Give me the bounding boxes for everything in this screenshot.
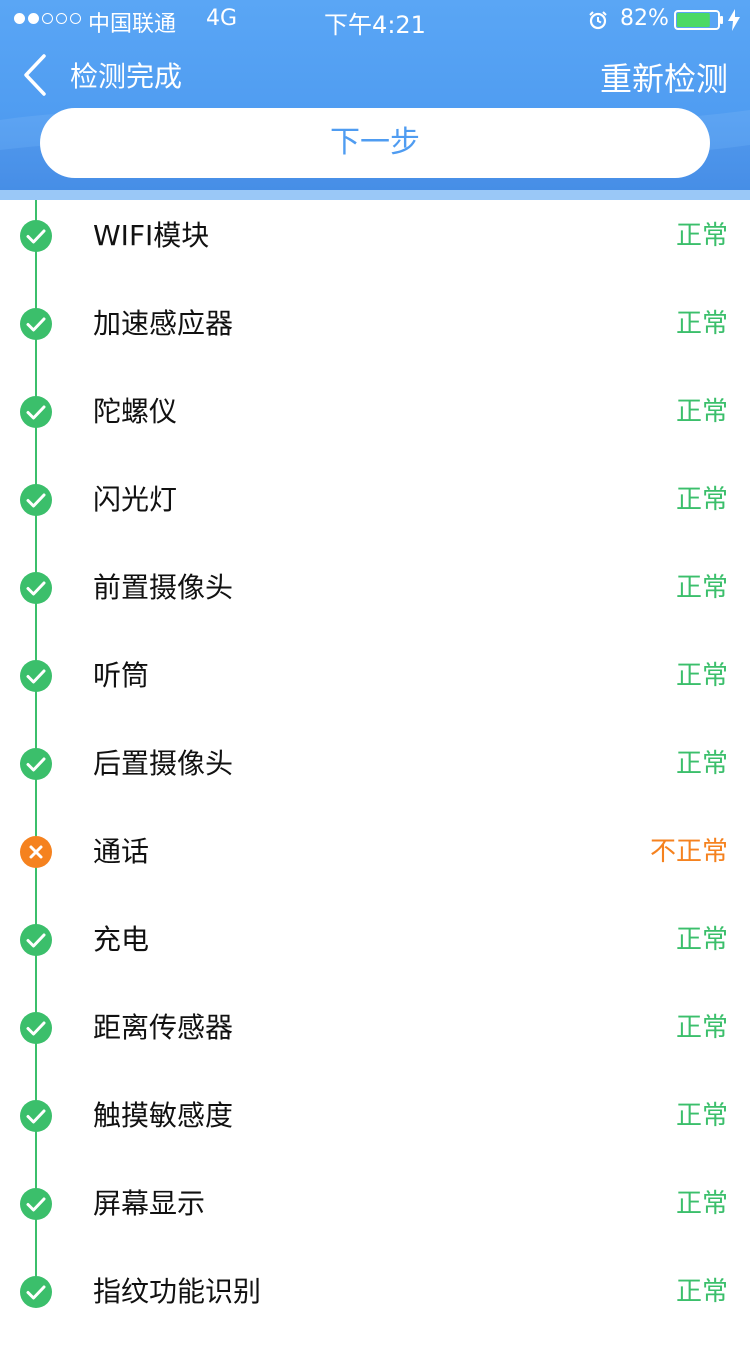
status-normal: 正常 <box>675 397 728 427</box>
retest-button[interactable]: 重新检测 <box>600 54 728 100</box>
status-normal: 正常 <box>675 485 728 515</box>
navigation-bar: 检测完成 重新检测 <box>0 40 750 110</box>
chevron-left-icon <box>24 54 46 96</box>
item-label: 闪光灯 <box>93 483 178 516</box>
item-label: 指纹功能识别 <box>93 1275 262 1308</box>
list-item[interactable]: 通话 不正常 <box>0 826 750 914</box>
list-item[interactable]: 听筒 正常 <box>0 650 750 738</box>
check-icon <box>20 396 52 428</box>
next-step-button[interactable]: 下一步 <box>40 108 710 178</box>
battery-percent: 82% <box>620 6 669 31</box>
item-label: 触摸敏感度 <box>93 1099 234 1132</box>
item-label: WIFI模块 <box>93 219 210 252</box>
check-icon <box>20 1100 52 1132</box>
item-label: 充电 <box>93 923 150 956</box>
back-button[interactable]: 检测完成 <box>20 50 182 100</box>
check-icon <box>20 748 52 780</box>
list-item[interactable]: 陀螺仪 正常 <box>0 386 750 474</box>
header-bottom-strip <box>0 190 750 200</box>
list-item[interactable]: 充电 正常 <box>0 914 750 1002</box>
check-icon <box>20 1012 52 1044</box>
check-icon <box>20 1188 52 1220</box>
status-normal: 正常 <box>675 1277 728 1307</box>
check-icon <box>20 220 52 252</box>
list-item[interactable]: 后置摄像头 正常 <box>0 738 750 826</box>
list-item[interactable]: 前置摄像头 正常 <box>0 562 750 650</box>
status-abnormal: 不正常 <box>649 837 728 867</box>
charging-bolt-icon <box>728 9 740 31</box>
status-normal: 正常 <box>675 1101 728 1131</box>
battery-icon <box>674 10 723 30</box>
check-icon <box>20 1276 52 1308</box>
item-label: 后置摄像头 <box>93 747 234 780</box>
status-bar: 中国联通 4G 下午4:21 82% <box>0 0 750 40</box>
check-icon <box>20 924 52 956</box>
status-normal: 正常 <box>675 661 728 691</box>
check-icon <box>20 308 52 340</box>
status-normal: 正常 <box>675 749 728 779</box>
item-label: 加速感应器 <box>93 307 234 340</box>
status-normal: 正常 <box>675 1013 728 1043</box>
list-item[interactable]: 闪光灯 正常 <box>0 474 750 562</box>
check-icon <box>20 484 52 516</box>
status-normal: 正常 <box>675 573 728 603</box>
status-normal: 正常 <box>675 925 728 955</box>
check-icon <box>20 572 52 604</box>
item-label: 距离传感器 <box>93 1011 234 1044</box>
error-x-icon <box>20 836 52 868</box>
item-label: 通话 <box>93 835 150 868</box>
list-item[interactable]: 指纹功能识别 正常 <box>0 1266 750 1354</box>
list-item[interactable]: 触摸敏感度 正常 <box>0 1090 750 1178</box>
detection-result-list: WIFI模块 正常 加速感应器 正常 陀螺仪 正常 闪光灯 正常 前置摄像头 正常 听筒 正常 后置摄像… <box>0 200 750 1334</box>
header: 中国联通 4G 下午4:21 82% 检测完成 重新检测 下一步 <box>0 0 750 200</box>
list-item[interactable]: WIFI模块 正常 <box>0 210 750 298</box>
item-label: 前置摄像头 <box>93 571 234 604</box>
item-label: 陀螺仪 <box>93 395 178 428</box>
status-normal: 正常 <box>675 221 728 251</box>
alarm-icon <box>589 11 607 30</box>
check-icon <box>20 660 52 692</box>
status-normal: 正常 <box>675 309 728 339</box>
list-item[interactable]: 加速感应器 正常 <box>0 298 750 386</box>
list-item[interactable]: 距离传感器 正常 <box>0 1002 750 1090</box>
list-item[interactable]: 屏幕显示 正常 <box>0 1178 750 1266</box>
item-label: 屏幕显示 <box>93 1187 206 1220</box>
page-title: 检测完成 <box>70 60 183 93</box>
item-label: 听筒 <box>93 659 150 692</box>
status-normal: 正常 <box>675 1189 728 1219</box>
